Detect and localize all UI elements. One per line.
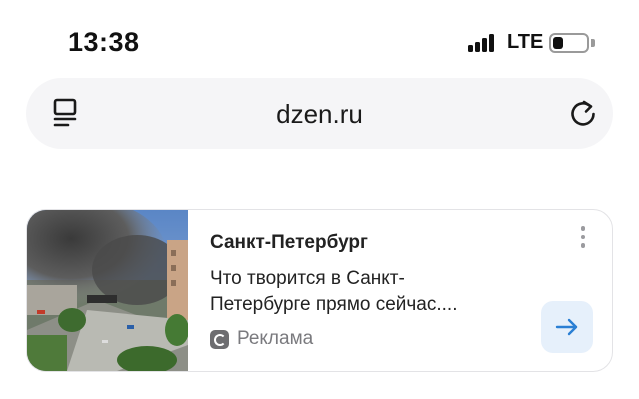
battery-tip [591,39,595,47]
ad-text-line: Что творится в Санкт- [210,268,405,289]
ad-card[interactable]: Санкт-Петербург Что творится в Санкт- Пе… [26,209,613,372]
battery-level [553,37,563,49]
arrow-right-icon [555,318,578,336]
address-bar[interactable]: dzen.ru [26,78,613,149]
refresh-icon[interactable] [568,98,598,128]
ad-title[interactable]: Санкт-Петербург [210,232,368,254]
url-text[interactable]: dzen.ru [26,99,613,130]
open-ad-button[interactable] [541,301,593,353]
status-time: 13:38 [68,27,140,57]
ad-label-icon [210,329,229,349]
more-vertical-icon[interactable] [579,226,587,252]
ad-image[interactable] [27,210,188,371]
ad-label-text: Реклама [237,328,314,349]
ad-label: Реклама [210,328,313,350]
cellular-signal-icon [468,34,496,52]
network-type: LTE [507,31,544,53]
status-bar: 13:38 LTE [0,0,639,80]
ad-text-line: Петербурге прямо сейчас.... [210,294,458,315]
battery-icon [549,33,589,53]
ad-text[interactable]: Что творится в Санкт- Петербурге прямо с… [210,266,540,318]
